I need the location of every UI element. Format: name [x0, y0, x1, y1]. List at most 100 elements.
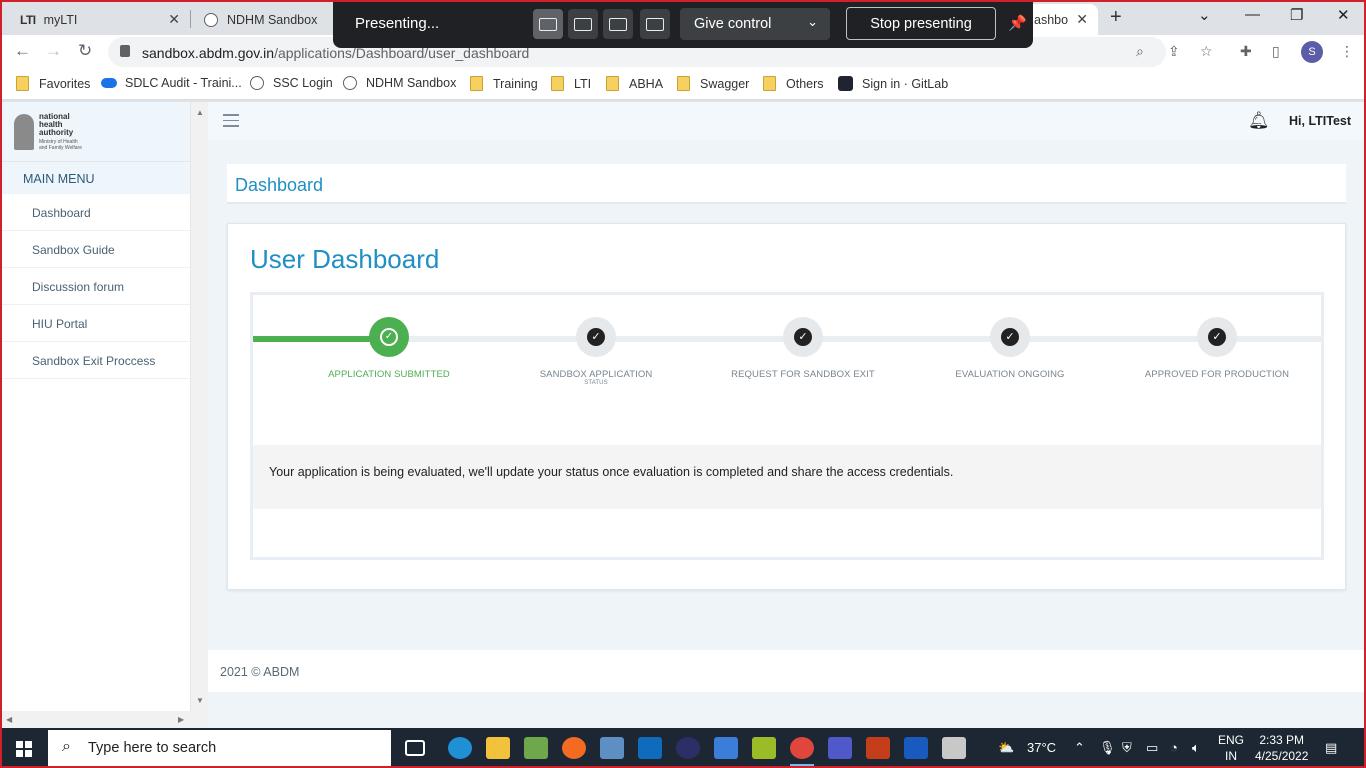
scroll-left-icon[interactable]: ◀ [6, 715, 12, 724]
globe-icon [250, 76, 264, 90]
stop-presenting-button[interactable]: Stop presenting [846, 7, 996, 40]
volume-icon[interactable]: 🔈︎ [1192, 740, 1200, 756]
tab-mylti[interactable]: LTI myLTI ✕ [8, 4, 190, 35]
tab-search-chevron-icon[interactable]: ⌄ [1198, 6, 1211, 24]
step-5: ✓ APPROVED FOR PRODUCTION [1117, 317, 1317, 380]
powerpoint-icon[interactable] [866, 737, 890, 759]
close-tab-icon[interactable]: ✕ [168, 11, 180, 28]
weather-icon[interactable]: ⛅ [998, 740, 1014, 756]
step-4: ✓ EVALUATION ONGOING [910, 317, 1110, 380]
wifi-icon[interactable]: ◔ [1170, 740, 1178, 755]
sidebar-horizontal-scrollbar[interactable]: ◀ ▶ [2, 711, 191, 728]
tab-user-dashboard[interactable]: ashbo ✕ [1026, 4, 1098, 35]
edge-icon[interactable] [448, 737, 472, 759]
tray-chevron-up-icon[interactable]: ⌃ [1074, 740, 1085, 756]
task-view-icon[interactable] [405, 740, 425, 756]
bookmark-sdlc-audit[interactable]: SDLC Audit - Traini... [101, 76, 242, 90]
battery-icon[interactable]: ▭ [1146, 740, 1158, 756]
snipping-tool-icon[interactable] [942, 737, 966, 759]
tab-ndhm-sandbox[interactable]: NDHM Sandbox [192, 4, 332, 35]
bookmark-favorites[interactable]: Favorites [16, 76, 90, 91]
windows-start-icon[interactable] [16, 741, 32, 757]
sidebar: national health authority Ministry of He… [2, 102, 191, 728]
sidebar-item-hiu-portal[interactable]: HIU Portal [2, 305, 190, 342]
bookmark-gitlab[interactable]: Sign in · GitLab [838, 76, 948, 91]
bookmark-ssc-login[interactable]: SSC Login [250, 76, 333, 90]
bookmark-ndhm-sandbox[interactable]: NDHM Sandbox [343, 76, 456, 90]
present-window-button[interactable] [568, 9, 598, 39]
nha-logo[interactable]: national health authority Ministry of He… [2, 102, 190, 161]
sidebar-item-sandbox-exit[interactable]: Sandbox Exit Proccess [2, 342, 190, 379]
share-icon[interactable]: ⇪ [1168, 43, 1180, 60]
sidebar-item-discussion-forum[interactable]: Discussion forum [2, 268, 190, 305]
eclipse-icon[interactable] [676, 737, 700, 759]
pgadmin-icon[interactable] [600, 737, 624, 759]
postman-icon[interactable] [562, 737, 586, 759]
security-shield-icon[interactable]: ⛨ [1122, 740, 1132, 756]
chevron-down-icon: ⌄ [807, 14, 818, 29]
folder-icon [551, 76, 564, 91]
taskbar-search-input[interactable]: ⌕ Type here to search [48, 730, 391, 766]
minimize-icon[interactable]: — [1245, 6, 1260, 23]
scroll-down-icon[interactable]: ▼ [196, 696, 204, 705]
bookmark-training[interactable]: Training [470, 76, 538, 91]
chrome-icon[interactable] [790, 737, 814, 766]
microphone-icon[interactable]: 🎙︎ [1099, 740, 1116, 756]
sidebar-item-sandbox-guide[interactable]: Sandbox Guide [2, 231, 190, 268]
bookmark-star-icon[interactable]: ☆ [1200, 43, 1213, 60]
notifications-icon[interactable]: ▤ [1325, 740, 1337, 756]
search-icon: ⌕ [62, 738, 71, 755]
zoom-icon[interactable]: ⌕ [1136, 43, 1144, 60]
bookmark-lti[interactable]: LTI [551, 76, 591, 91]
user-greeting[interactable]: Hi, LTITest [1289, 114, 1351, 128]
gitlab-icon [838, 76, 853, 91]
bookmark-others[interactable]: Others [763, 76, 824, 91]
cloud-icon [101, 78, 117, 88]
system-clock[interactable]: 2:33 PM 4/25/2022 [1255, 732, 1308, 764]
teams-icon[interactable] [828, 737, 852, 759]
new-tab-icon[interactable]: + [1110, 6, 1122, 29]
remote-desktop-icon[interactable] [714, 737, 738, 759]
present-side-button[interactable] [603, 9, 633, 39]
step-check-icon: ✓ [1197, 317, 1237, 357]
presenting-bar: Presenting... Give control ⌄ Stop presen… [333, 0, 1033, 48]
forward-icon[interactable]: → [45, 41, 62, 61]
outlook-icon[interactable] [638, 737, 662, 759]
user-dashboard-card: User Dashboard ✓ APPLICATION SUBMITTED ✓ SA… [227, 223, 1346, 590]
language-indicator[interactable]: ENG IN [1218, 732, 1244, 764]
side-panel-icon[interactable]: ▯ [1272, 43, 1280, 60]
present-pip-button[interactable] [640, 9, 670, 39]
scroll-right-icon[interactable]: ▶ [178, 715, 184, 724]
notification-bell-icon[interactable]: 🔔︎ [1248, 111, 1270, 131]
weather-temperature[interactable]: 37°C [1027, 740, 1056, 755]
tab-label: myLTI [43, 12, 78, 27]
lti-favicon: LTI [20, 12, 36, 27]
close-tab-icon[interactable]: ✕ [1076, 11, 1088, 28]
sidebar-vertical-scrollbar[interactable]: ▲ ▼ [191, 102, 208, 728]
reload-icon[interactable]: ↻ [78, 41, 92, 61]
give-control-label: Give control [694, 16, 772, 32]
file-explorer-icon[interactable] [486, 737, 510, 759]
spreadsheet-app-icon[interactable] [524, 737, 548, 759]
hamburger-menu-icon[interactable] [223, 114, 239, 131]
close-window-icon[interactable]: ✕ [1337, 6, 1350, 24]
pin-icon[interactable]: 📌 [1008, 14, 1027, 32]
step-label: REQUEST FOR SANDBOX EXIT [731, 369, 875, 380]
extensions-icon[interactable]: ✚ [1240, 43, 1252, 60]
word-icon[interactable] [904, 737, 928, 759]
folder-icon [763, 76, 776, 91]
card-title: User Dashboard [250, 244, 440, 274]
bookmark-swagger[interactable]: Swagger [677, 76, 749, 91]
lambda-app-icon[interactable] [752, 737, 776, 759]
step-check-icon: ✓ [369, 317, 409, 357]
present-fullscreen-button[interactable] [533, 9, 563, 39]
maximize-icon[interactable]: ❐ [1290, 6, 1303, 24]
menu-kebab-icon[interactable]: ⋮ [1340, 43, 1354, 60]
back-icon[interactable]: ← [14, 41, 31, 61]
bookmark-abha[interactable]: ABHA [606, 76, 663, 91]
profile-avatar[interactable]: S [1301, 41, 1323, 63]
sidebar-item-dashboard[interactable]: Dashboard [2, 194, 190, 231]
folder-icon [677, 76, 690, 91]
give-control-dropdown[interactable]: Give control ⌄ [680, 8, 830, 40]
scroll-up-icon[interactable]: ▲ [196, 108, 204, 117]
